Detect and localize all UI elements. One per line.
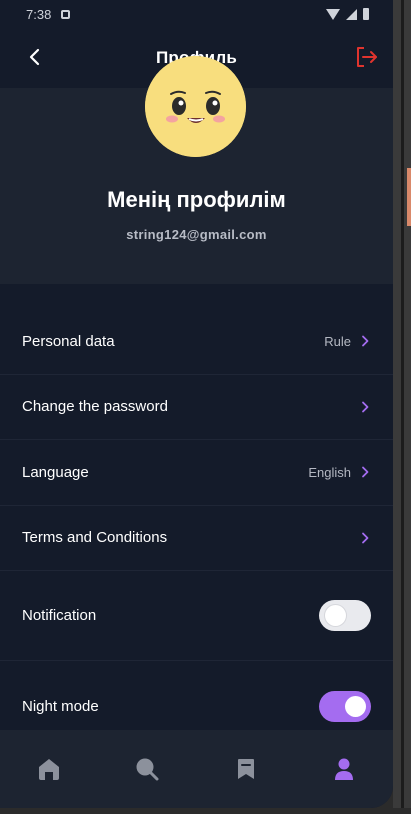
terms-row[interactable]: Terms and Conditions	[0, 506, 393, 571]
signal-icon	[346, 8, 357, 20]
language-row[interactable]: Language English	[0, 440, 393, 506]
toggle-knob	[345, 695, 366, 717]
chevron-right-icon	[361, 532, 371, 544]
status-bar: 7:38	[0, 0, 393, 28]
notification-row: Notification	[0, 571, 393, 661]
status-time: 7:38	[26, 6, 52, 22]
nav-profile[interactable]	[295, 756, 393, 782]
bookmark-icon	[237, 759, 254, 779]
settings-list: Personal data Rule Change the password L…	[0, 309, 393, 751]
change-password-row[interactable]: Change the password	[0, 375, 393, 440]
chevron-left-icon	[29, 48, 40, 66]
night-mode-label: Night mode	[22, 697, 99, 715]
notification-icon	[61, 9, 71, 19]
logout-button[interactable]	[351, 41, 383, 73]
chevron-right-icon	[361, 466, 371, 478]
back-button[interactable]	[20, 42, 50, 72]
personal-data-label: Personal data	[22, 332, 115, 350]
avatar[interactable]	[145, 56, 246, 157]
status-icons	[326, 8, 369, 20]
app-screen: 7:38 Профиль	[0, 0, 393, 808]
nav-bookmarks[interactable]	[197, 756, 295, 782]
device-frame	[393, 0, 411, 814]
logout-icon	[357, 47, 377, 67]
smiley-face-icon	[145, 56, 246, 157]
language-label: Language	[22, 463, 89, 481]
profile-email: string124@gmail.com	[126, 227, 267, 242]
user-icon	[334, 758, 353, 780]
wifi-icon	[326, 8, 340, 20]
battery-icon	[363, 8, 369, 20]
change-password-label: Change the password	[22, 398, 168, 416]
chevron-right-icon	[361, 335, 371, 347]
search-icon	[136, 758, 159, 781]
personal-data-value: Rule	[324, 333, 351, 349]
home-icon	[39, 759, 60, 780]
device-frame-bottom	[0, 808, 411, 814]
personal-data-row[interactable]: Personal data Rule	[0, 309, 393, 375]
profile-card: Менің профилім string124@gmail.com	[0, 56, 393, 284]
chevron-right-icon	[361, 401, 371, 413]
profile-name: Менің профилім	[107, 187, 286, 212]
device-side-button	[407, 168, 411, 226]
language-value: English	[308, 464, 351, 480]
night-mode-toggle[interactable]	[319, 690, 371, 722]
notification-toggle[interactable]	[319, 600, 371, 631]
toggle-knob	[325, 605, 346, 626]
nav-search[interactable]	[98, 756, 196, 782]
bottom-nav	[0, 730, 393, 808]
nav-home[interactable]	[0, 756, 98, 782]
notification-label: Notification	[22, 607, 97, 624]
terms-label: Terms and Conditions	[22, 529, 168, 547]
device-edge	[401, 0, 404, 814]
